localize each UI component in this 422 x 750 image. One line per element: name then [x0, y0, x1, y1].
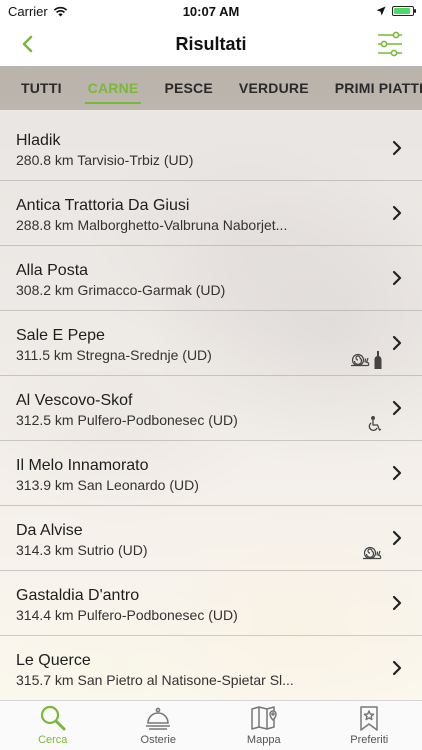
- chevron-right-icon: [392, 400, 402, 416]
- back-button[interactable]: [14, 30, 40, 58]
- result-row[interactable]: Sale E Pepe 311.5 km Stregna-Srednje (UD): [0, 311, 422, 376]
- battery-level: [394, 8, 410, 14]
- battery-icon: [392, 6, 416, 16]
- result-row[interactable]: Al Vescovo-Skof 312.5 km Pulfero-Podbones…: [0, 376, 422, 441]
- restaurant-distance-location: 315.7 km San Pietro al Natisone-Spietar …: [16, 672, 294, 688]
- restaurant-distance-location: 288.8 km Malborghetto-Valbruna Naborjet.…: [16, 217, 288, 233]
- row-badges: [362, 546, 382, 565]
- chevron-right-icon: [392, 140, 402, 156]
- tab-verdure[interactable]: VERDURE: [226, 66, 322, 110]
- row-badges: [350, 351, 382, 374]
- bookmark-star-icon: [360, 706, 378, 731]
- restaurant-name: Gastaldia D'antro: [16, 587, 140, 604]
- tabbar-label: Osterie: [140, 734, 176, 746]
- wine-bottle-icon: [374, 351, 382, 374]
- restaurant-distance-location: 314.4 km Pulfero-Podbonesec (UD): [16, 607, 238, 623]
- restaurant-name: Hladik: [16, 132, 61, 149]
- category-tabs: TUTTI CARNE PESCE VERDURE PRIMI PIATTI: [0, 66, 422, 110]
- chevron-right-icon: [392, 660, 402, 676]
- status-bar: Carrier 10:07 AM: [0, 0, 422, 22]
- chevron-right-icon: [392, 465, 402, 481]
- filter-button[interactable]: [376, 30, 404, 58]
- restaurant-distance-location: 313.9 km San Leonardo (UD): [16, 477, 199, 493]
- restaurant-distance-location: 280.8 km Tarvisio-Trbiz (UD): [16, 152, 194, 168]
- page-title: Risultati: [175, 33, 247, 54]
- restaurant-distance-location: 312.5 km Pulfero-Podbonesec (UD): [16, 412, 238, 428]
- chevron-right-icon: [392, 595, 402, 611]
- restaurant-name: Sale E Pepe: [16, 327, 105, 344]
- tabbar-item-mappa[interactable]: Mappa: [211, 701, 317, 750]
- row-badges: [368, 416, 382, 437]
- wheelchair-icon: [368, 416, 382, 437]
- result-row[interactable]: Da Alvise 314.3 km Sutrio (UD): [0, 506, 422, 571]
- bottom-tab-bar: Cerca Osterie Mappa Preferiti: [0, 700, 422, 750]
- result-row[interactable]: Le Querce 315.7 km San Pietro al Natisone…: [0, 636, 422, 701]
- result-row[interactable]: Il Melo Innamorato 313.9 km San Leonardo …: [0, 441, 422, 506]
- map-icon: [251, 706, 277, 730]
- restaurant-distance-location: 314.3 km Sutrio (UD): [16, 542, 148, 558]
- tab-pesce[interactable]: PESCE: [151, 66, 225, 110]
- restaurant-name: Da Alvise: [16, 522, 83, 539]
- snail-icon: [350, 353, 370, 372]
- restaurant-distance-location: 308.2 km Grimacco-Garmak (UD): [16, 282, 226, 298]
- tabbar-label: Cerca: [38, 734, 68, 746]
- chevron-right-icon: [392, 205, 402, 221]
- carrier-label: Carrier: [8, 3, 48, 19]
- results-list: Hladik 280.8 km Tarvisio-Trbiz (UD) Antica…: [0, 116, 422, 701]
- result-row[interactable]: Gastaldia D'antro 314.4 km Pulfero-Podbon…: [0, 571, 422, 636]
- tabbar-item-cerca[interactable]: Cerca: [0, 701, 106, 750]
- restaurant-name: Il Melo Innamorato: [16, 457, 149, 474]
- tab-carne[interactable]: CARNE: [75, 66, 152, 110]
- restaurant-name: Le Querce: [16, 652, 91, 669]
- tabbar-label: Mappa: [246, 734, 281, 746]
- result-row[interactable]: Alla Posta 308.2 km Grimacco-Garmak (UD): [0, 246, 422, 311]
- chevron-right-icon: [392, 335, 402, 351]
- chevron-right-icon: [392, 270, 402, 286]
- tabbar-item-preferiti[interactable]: Preferiti: [317, 701, 422, 750]
- restaurant-name: Antica Trattoria Da Giusi: [16, 197, 190, 214]
- tabbar-item-osterie[interactable]: Osterie: [106, 701, 212, 750]
- restaurant-name: Alla Posta: [16, 262, 89, 279]
- chevron-right-icon: [392, 530, 402, 546]
- result-row[interactable]: Hladik 280.8 km Tarvisio-Trbiz (UD): [0, 116, 422, 181]
- chevron-left-icon: [22, 35, 33, 53]
- tab-tutti[interactable]: TUTTI: [8, 66, 75, 110]
- tabbar-label: Preferiti: [350, 734, 389, 746]
- result-row[interactable]: Antica Trattoria Da Giusi 288.8 km Malbor…: [0, 181, 422, 246]
- status-right: [376, 6, 416, 16]
- nav-bar: Risultati: [0, 22, 422, 66]
- status-left: Carrier: [8, 4, 68, 19]
- restaurant-name: Al Vescovo-Skof: [16, 392, 133, 409]
- sliders-icon: [378, 31, 402, 57]
- cloche-icon: [146, 707, 171, 730]
- restaurant-distance-location: 311.5 km Stregna-Srednje (UD): [16, 347, 212, 363]
- search-icon: [40, 705, 66, 731]
- snail-icon: [362, 546, 382, 565]
- tab-primi-piatti[interactable]: PRIMI PIATTI: [322, 66, 422, 110]
- location-arrow-icon: [376, 6, 386, 16]
- wifi-icon: [53, 6, 67, 16]
